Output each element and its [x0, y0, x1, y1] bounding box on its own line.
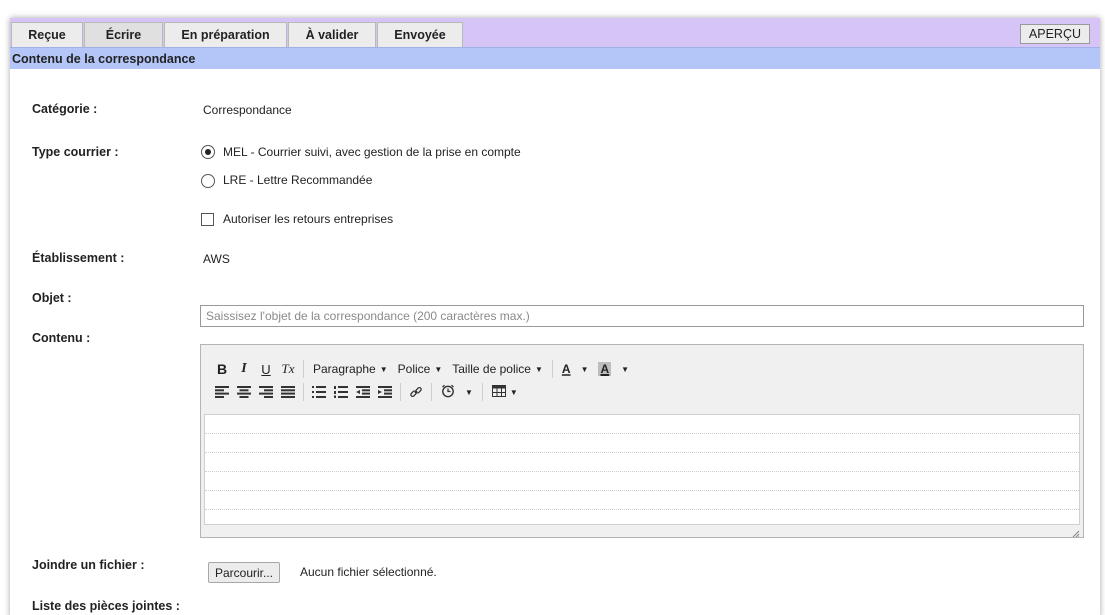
caret-down-icon: ▼ [379, 364, 388, 374]
no-file-text: Aucun fichier sélectionné. [300, 565, 437, 579]
bold-button[interactable]: B [211, 359, 233, 379]
align-left-icon[interactable] [211, 382, 233, 402]
section-header: Contenu de la correspondance [10, 47, 1100, 69]
font-dropdown[interactable]: Police ▼ [393, 362, 448, 376]
tab-envoyee[interactable]: Envoyée [377, 22, 463, 47]
editor-line [205, 490, 1079, 491]
mail-compose-window: Reçue Écrire En préparation À valider En… [10, 18, 1100, 615]
table-dropdown[interactable]: ▼ [487, 384, 523, 400]
editor-line [205, 509, 1079, 510]
toolbar-separator [431, 383, 432, 401]
radio-lre[interactable] [201, 174, 215, 188]
editor-toolbar-row-1: B I U Tx Paragraphe ▼ Police ▼ Taille de p… [211, 358, 634, 380]
objet-label: Objet : [32, 291, 72, 305]
caret-down-icon: ▼ [580, 364, 589, 374]
joindre-fichier-label: Joindre un fichier : [32, 558, 145, 572]
outdent-icon[interactable] [352, 382, 374, 402]
liste-pieces-jointes-label: Liste des pièces jointes : [32, 599, 180, 613]
etablissement-label: Établissement : [32, 251, 125, 265]
section-title: Contenu de la correspondance [12, 51, 196, 66]
toolbar-separator [481, 383, 483, 401]
editor-line [205, 452, 1079, 453]
numbered-list-icon[interactable] [330, 382, 352, 402]
editor-line [205, 471, 1079, 472]
toolbar-separator [303, 383, 304, 401]
tab-en-preparation[interactable]: En préparation [164, 22, 287, 47]
type-courrier-label: Type courrier : [32, 145, 119, 159]
font-size-dropdown[interactable]: Taille de police ▼ [447, 362, 548, 376]
categorie-label: Catégorie : [32, 102, 98, 116]
text-color-icon: A [561, 362, 571, 376]
underline-button[interactable]: U [255, 359, 277, 379]
tab-bar: Reçue Écrire En préparation À valider En… [10, 18, 1100, 47]
radio-lre-label[interactable]: LRE - Lettre Recommandée [223, 173, 372, 187]
clear-format-button[interactable]: Tx [277, 359, 299, 379]
radio-mel-label[interactable]: MEL - Courrier suivi, avec gestion de la… [223, 145, 521, 159]
background-color-dropdown[interactable]: A ▼ [593, 362, 634, 376]
align-right-icon[interactable] [255, 382, 277, 402]
paragraph-dropdown-label: Paragraphe [313, 362, 376, 376]
text-color-dropdown[interactable]: A ▼ [557, 362, 594, 376]
resize-grip-icon[interactable] [1072, 527, 1080, 538]
apercu-button[interactable]: APERÇU [1019, 24, 1090, 44]
link-icon[interactable] [405, 382, 427, 402]
objet-input[interactable] [200, 305, 1084, 327]
caret-down-icon: ▼ [509, 387, 518, 397]
italic-button[interactable]: I [233, 359, 255, 379]
caret-down-icon: ▼ [621, 364, 630, 374]
tab-a-valider[interactable]: À valider [288, 22, 376, 47]
autoriser-retours-checkbox[interactable] [201, 213, 214, 226]
caret-down-icon: ▼ [534, 364, 543, 374]
paragraph-dropdown[interactable]: Paragraphe ▼ [308, 362, 393, 376]
caret-down-icon: ▼ [465, 387, 473, 397]
insert-datetime-dropdown[interactable]: ▼ [436, 384, 478, 401]
categorie-value: Correspondance [203, 103, 292, 117]
editor-toolbar-row-2: ▼ ▼ [211, 381, 523, 403]
radio-mel[interactable] [201, 145, 215, 159]
toolbar-separator [303, 360, 304, 378]
clock-icon [441, 384, 455, 401]
background-color-icon: A [598, 362, 612, 376]
bullet-list-icon[interactable] [308, 382, 330, 402]
toolbar-separator [400, 383, 401, 401]
align-center-icon[interactable] [233, 382, 255, 402]
font-dropdown-label: Police [397, 362, 431, 376]
autoriser-retours-label[interactable]: Autoriser les retours entreprises [223, 212, 393, 226]
caret-down-icon: ▼ [434, 364, 443, 374]
table-icon [491, 384, 506, 400]
toolbar-separator [551, 360, 553, 378]
editor-content-area[interactable] [204, 414, 1080, 525]
contenu-label: Contenu : [32, 331, 91, 345]
tab-recue[interactable]: Reçue [11, 22, 83, 47]
align-justify-icon[interactable] [277, 382, 299, 402]
etablissement-value: AWS [203, 252, 230, 266]
tab-ecrire[interactable]: Écrire [84, 22, 163, 47]
browse-button[interactable]: Parcourir... [208, 562, 281, 583]
editor-line [205, 433, 1079, 434]
indent-icon[interactable] [374, 382, 396, 402]
rich-text-editor: B I U Tx Paragraphe ▼ Police ▼ Taille de p… [200, 344, 1084, 538]
font-size-dropdown-label: Taille de police [452, 362, 531, 376]
